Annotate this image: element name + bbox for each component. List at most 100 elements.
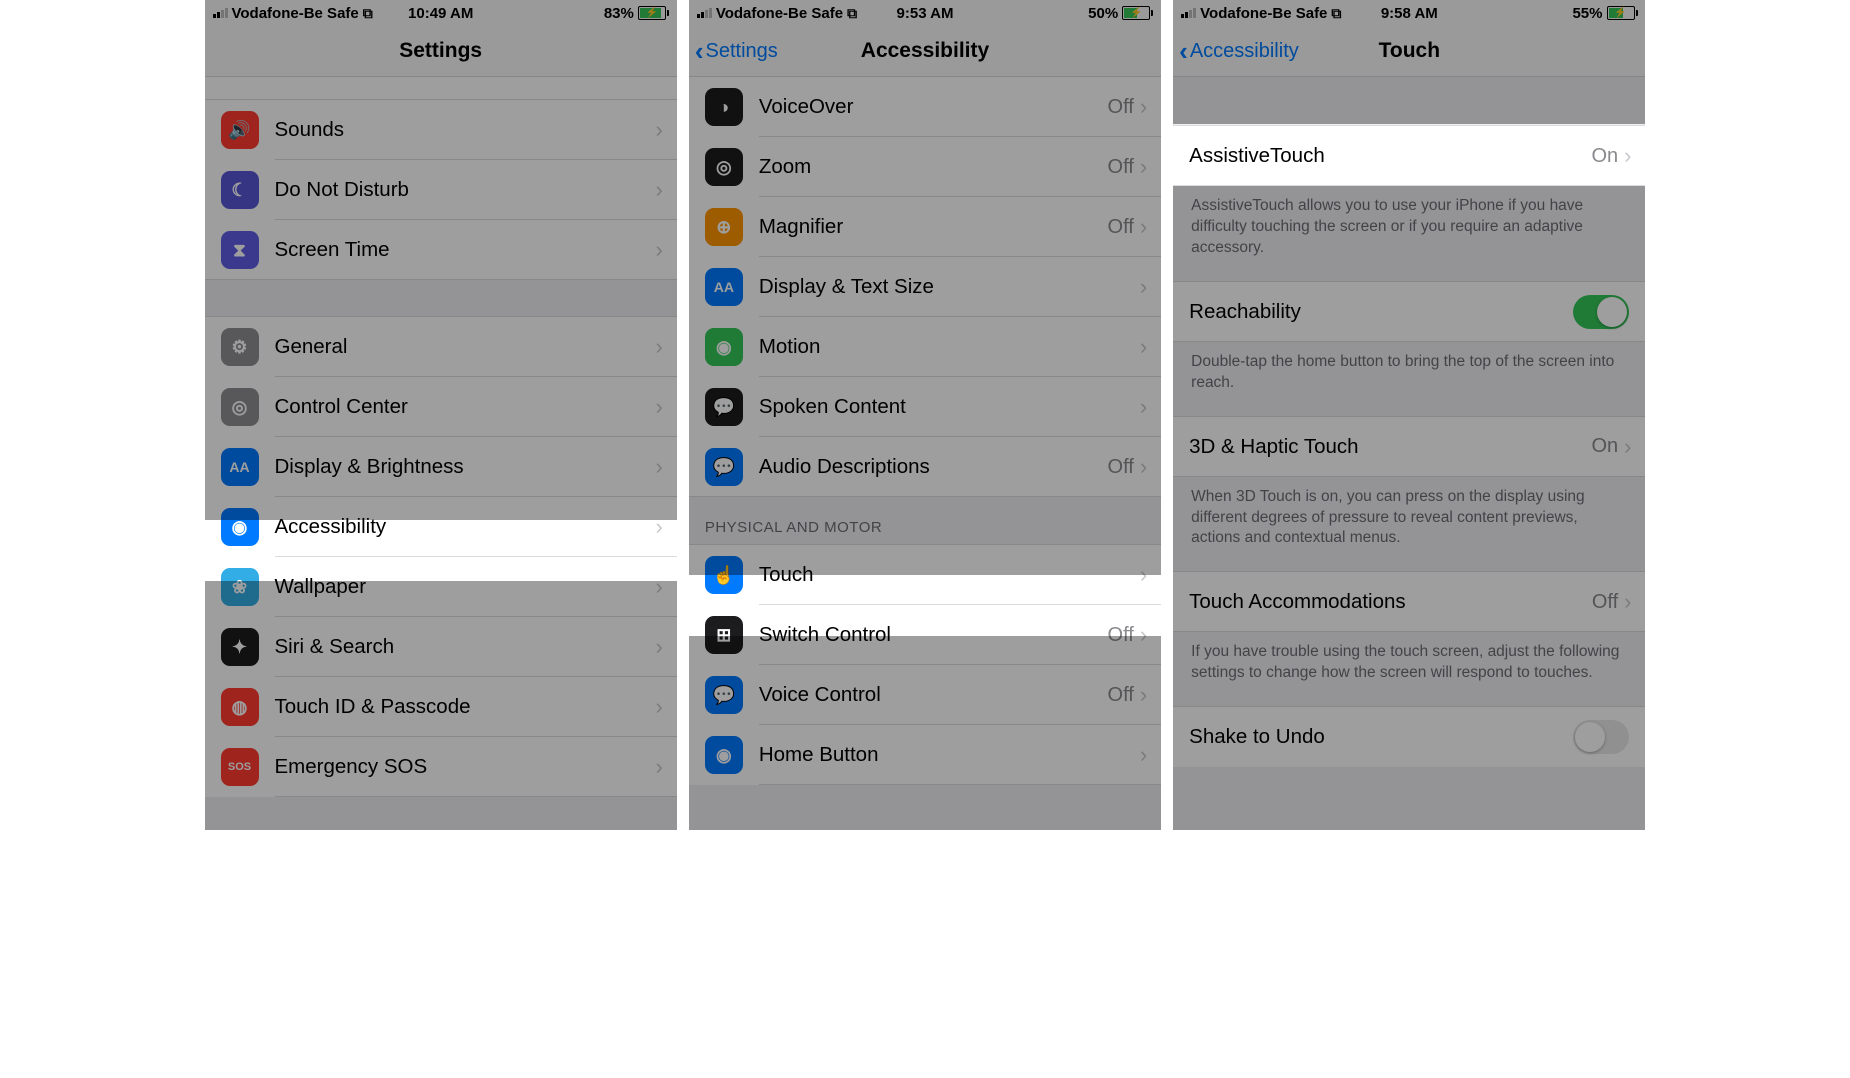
- chevron-right-icon: ›: [1624, 143, 1645, 169]
- fingerprint-icon: ◍: [221, 688, 259, 726]
- voice-icon: 💬: [705, 676, 743, 714]
- row-dnd[interactable]: ☾Do Not Disturb›: [205, 160, 677, 220]
- chevron-right-icon: ›: [1140, 454, 1161, 480]
- chevron-right-icon: ›: [656, 634, 677, 660]
- chevron-right-icon: ›: [656, 117, 677, 143]
- footer-assistivetouch: AssistiveTouch allows you to use your iP…: [1173, 186, 1645, 281]
- wifi-icon: ⧉: [363, 5, 373, 22]
- carrier-label: Vodafone-Be Safe: [1200, 5, 1327, 22]
- status-bar: Vodafone-Be Safe ⧉ 10:49 AM 83% ⚡: [205, 0, 677, 26]
- row-assistivetouch[interactable]: AssistiveTouchOn›: [1173, 125, 1645, 186]
- row-controlcenter[interactable]: ◎Control Center›: [205, 377, 677, 437]
- motion-icon: ◉: [705, 328, 743, 366]
- chevron-right-icon: ›: [1140, 742, 1161, 768]
- battery-pct: 83%: [604, 5, 634, 22]
- chevron-right-icon: ›: [656, 514, 677, 540]
- chevron-right-icon: ›: [656, 454, 677, 480]
- page-title: Settings: [399, 39, 482, 63]
- section-header-physical: PHYSICAL AND MOTOR: [689, 497, 1161, 544]
- chevron-right-icon: ›: [1140, 394, 1161, 420]
- chevron-left-icon: ‹: [1179, 36, 1188, 67]
- textsize-icon: AA: [221, 448, 259, 486]
- nav-bar: ‹Settings Accessibility: [689, 26, 1161, 77]
- chevron-right-icon: ›: [656, 574, 677, 600]
- row-wallpaper[interactable]: ❀Wallpaper›: [205, 557, 677, 617]
- chevron-right-icon: ›: [656, 334, 677, 360]
- flower-icon: ❀: [221, 568, 259, 606]
- row-touchid[interactable]: ◍Touch ID & Passcode›: [205, 677, 677, 737]
- row-shaketoundo[interactable]: Shake to Undo: [1173, 706, 1645, 767]
- textsize-icon: AA: [705, 268, 743, 306]
- row-touchaccom[interactable]: Touch AccommodationsOff›: [1173, 571, 1645, 632]
- back-button[interactable]: ‹Accessibility: [1179, 26, 1299, 76]
- row-displaytext[interactable]: AADisplay & Text Size›: [689, 257, 1161, 317]
- moon-icon: ☾: [221, 171, 259, 209]
- chevron-right-icon: ›: [1140, 274, 1161, 300]
- row-siri[interactable]: ✦Siri & Search›: [205, 617, 677, 677]
- gear-icon: ⚙: [221, 328, 259, 366]
- battery-pct: 55%: [1572, 5, 1602, 22]
- chevron-right-icon: ›: [1624, 589, 1645, 615]
- carrier-label: Vodafone-Be Safe: [716, 5, 843, 22]
- row-motion[interactable]: ◉Motion›: [689, 317, 1161, 377]
- chevron-right-icon: ›: [1140, 154, 1161, 180]
- accessibility-icon: ◉: [221, 508, 259, 546]
- row-reachability[interactable]: Reachability: [1173, 281, 1645, 342]
- row-voiceover[interactable]: ◑VoiceOverOff›: [689, 77, 1161, 137]
- home-icon: ◉: [705, 736, 743, 774]
- chevron-right-icon: ›: [1140, 682, 1161, 708]
- status-bar: Vodafone-Be Safe ⧉ 9:58 AM 55% ⚡: [1173, 0, 1645, 26]
- speech-icon: 💬: [705, 388, 743, 426]
- status-time: 9:53 AM: [897, 5, 954, 22]
- row-homebutton[interactable]: ◉Home Button›: [689, 725, 1161, 785]
- signal-icon: [1181, 8, 1196, 18]
- chevron-right-icon: ›: [656, 177, 677, 203]
- wifi-icon: ⧉: [1331, 5, 1341, 22]
- battery-icon: ⚡: [1607, 6, 1638, 20]
- nav-bar: Settings: [205, 26, 677, 77]
- chevron-right-icon: ›: [656, 694, 677, 720]
- accessibility-list: ◑VoiceOverOff› ◎ZoomOff› ⊕MagnifierOff› …: [689, 77, 1161, 785]
- audiodesc-icon: 💬: [705, 448, 743, 486]
- panel-touch: Vodafone-Be Safe ⧉ 9:58 AM 55% ⚡ ‹Access…: [1173, 0, 1645, 830]
- footer-3dtouch: When 3D Touch is on, you can press on th…: [1173, 477, 1645, 572]
- row-3dtouch[interactable]: 3D & Haptic TouchOn›: [1173, 416, 1645, 477]
- status-time: 9:58 AM: [1381, 5, 1438, 22]
- wifi-icon: ⧉: [847, 5, 857, 22]
- reachability-toggle[interactable]: [1573, 295, 1629, 329]
- switches-icon: ◎: [221, 388, 259, 426]
- row-sos[interactable]: SOSEmergency SOS›: [205, 737, 677, 797]
- carrier-label: Vodafone-Be Safe: [232, 5, 359, 22]
- settings-list: 🔊Sounds› ☾Do Not Disturb› ⧗Screen Time› …: [205, 77, 677, 797]
- chevron-right-icon: ›: [1140, 562, 1161, 588]
- chevron-right-icon: ›: [1624, 434, 1645, 460]
- row-switchcontrol[interactable]: ⊞Switch ControlOff›: [689, 605, 1161, 665]
- row-sounds[interactable]: 🔊Sounds›: [205, 100, 677, 160]
- battery-icon: ⚡: [1122, 6, 1153, 20]
- row-audiodesc[interactable]: 💬Audio DescriptionsOff›: [689, 437, 1161, 497]
- row-voicecontrol[interactable]: 💬Voice ControlOff›: [689, 665, 1161, 725]
- row-accessibility[interactable]: ◉Accessibility›: [205, 497, 677, 557]
- chevron-left-icon: ‹: [695, 36, 704, 67]
- page-title: Accessibility: [861, 39, 989, 63]
- magnifier-icon: ⊕: [705, 208, 743, 246]
- panel-accessibility: Vodafone-Be Safe ⧉ 9:53 AM 50% ⚡ ‹Settin…: [689, 0, 1173, 830]
- nav-bar: ‹Accessibility Touch: [1173, 26, 1645, 77]
- row-zoom[interactable]: ◎ZoomOff›: [689, 137, 1161, 197]
- signal-icon: [213, 8, 228, 18]
- chevron-right-icon: ›: [1140, 334, 1161, 360]
- chevron-right-icon: ›: [1140, 622, 1161, 648]
- status-time: 10:49 AM: [408, 5, 473, 22]
- chevron-right-icon: ›: [656, 754, 677, 780]
- zoom-icon: ◎: [705, 148, 743, 186]
- shake-toggle[interactable]: [1573, 720, 1629, 754]
- row-display[interactable]: AADisplay & Brightness›: [205, 437, 677, 497]
- row-touch[interactable]: ☝Touch›: [689, 544, 1161, 605]
- row-general[interactable]: ⚙General›: [205, 316, 677, 377]
- row-magnifier[interactable]: ⊕MagnifierOff›: [689, 197, 1161, 257]
- back-button[interactable]: ‹Settings: [695, 26, 778, 76]
- row-spoken[interactable]: 💬Spoken Content›: [689, 377, 1161, 437]
- row-screentime[interactable]: ⧗Screen Time›: [205, 220, 677, 280]
- touch-list: AssistiveTouchOn› AssistiveTouch allows …: [1173, 77, 1645, 767]
- siri-icon: ✦: [221, 628, 259, 666]
